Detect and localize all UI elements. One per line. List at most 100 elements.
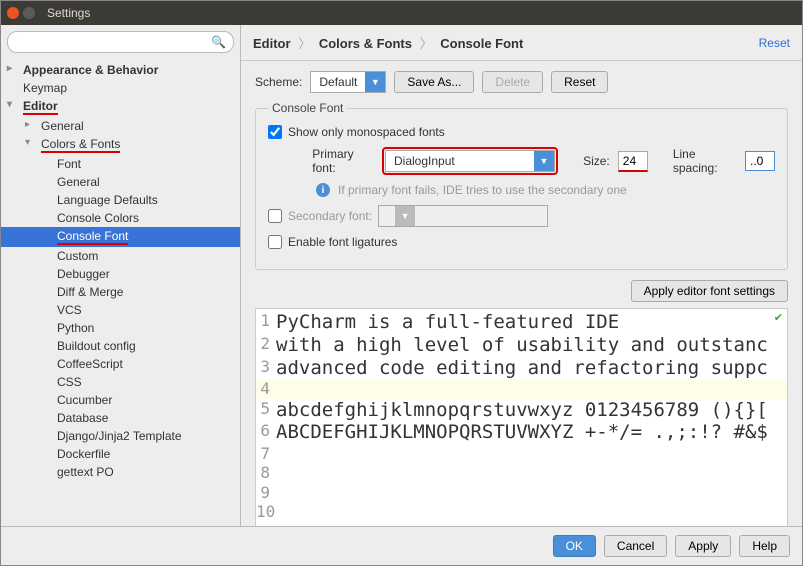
chevron-right-icon: 〉 [298,36,311,51]
chevron-right-icon: 〉 [420,36,433,51]
line-number: 4 [256,379,276,398]
chevron-right-icon: ▸ [7,63,12,74]
preview-line: 7 [256,444,787,463]
preview-line: 4 [256,379,787,398]
preview-line: 8 [256,463,787,482]
tree-django[interactable]: Django/Jinja2 Template [1,427,240,445]
crumb-console-font: Console Font [440,36,523,51]
preview-line: 1PyCharm is a full-featured IDE [256,311,787,334]
secondary-font-label: Secondary font: [288,209,372,223]
tree-general2[interactable]: General [1,173,240,191]
chevron-down-icon: ▾ [7,99,12,110]
sidebar: 🔍 ▸Appearance & Behavior Keymap ▾Editor … [1,25,241,526]
tree-python[interactable]: Python [1,319,240,337]
cancel-button[interactable]: Cancel [604,535,667,557]
ligatures-checkbox[interactable] [268,235,282,249]
show-mono-label: Show only monospaced fonts [288,125,445,139]
line-number: 6 [256,421,276,444]
window-title: Settings [47,6,90,20]
line-number: 5 [256,399,276,422]
settings-tree: ▸Appearance & Behavior Keymap ▾Editor ▸G… [1,59,240,526]
preview-line: 2with a high level of usability and outs… [256,334,787,357]
scheme-select[interactable]: Default ▼ [310,71,386,93]
tree-console-colors[interactable]: Console Colors [1,209,240,227]
preview-line: 6ABCDEFGHIJKLMNOPQRSTUVWXYZ +-*/= .,;:!?… [256,421,787,444]
main-panel: Editor 〉 Colors & Fonts 〉 Console Font R… [241,25,802,526]
line-spacing-input[interactable] [745,151,775,171]
search-input[interactable] [7,31,234,53]
preview-line: 9 [256,483,787,502]
size-input[interactable] [618,151,648,172]
scheme-label: Scheme: [255,75,302,89]
line-number: 10 [256,502,276,521]
fallback-info-text: If primary font fails, IDE tries to use … [338,183,627,197]
line-number: 3 [256,357,276,380]
ligatures-row: Enable font ligatures [268,235,775,249]
minimize-icon[interactable] [23,7,35,19]
breadcrumb: Editor 〉 Colors & Fonts 〉 Console Font R… [241,25,802,61]
close-icon[interactable] [7,7,19,19]
size-label: Size: [583,154,610,168]
secondary-font-select[interactable]: ▼ [378,205,548,227]
tree-cucumber[interactable]: Cucumber [1,391,240,409]
tree-diff-merge[interactable]: Diff & Merge [1,283,240,301]
console-font-legend: Console Font [268,101,347,115]
tree-buildout[interactable]: Buildout config [1,337,240,355]
crumb-editor[interactable]: Editor [253,36,291,51]
tree-keymap[interactable]: Keymap [1,79,240,97]
help-button[interactable]: Help [739,535,790,557]
tree-css[interactable]: CSS [1,373,240,391]
tree-custom[interactable]: Custom [1,247,240,265]
dialog-footer: OK Cancel Apply Help [1,526,802,565]
apply-button[interactable]: Apply [675,535,731,557]
font-preview: ✔ 1PyCharm is a full-featured IDE2with a… [255,308,788,526]
line-number: 9 [256,483,276,502]
tree-font[interactable]: Font [1,155,240,173]
show-mono-checkbox[interactable] [268,125,282,139]
tree-colors-fonts[interactable]: ▾Colors & Fonts [1,135,240,155]
scheme-row: Scheme: Default ▼ Save As... Delete Rese… [255,71,788,93]
preview-text: advanced code editing and refactoring su… [276,357,768,380]
search-area: 🔍 [1,25,240,59]
chevron-down-icon: ▼ [395,206,415,226]
tree-vcs[interactable]: VCS [1,301,240,319]
tree-dockerfile[interactable]: Dockerfile [1,445,240,463]
line-number: 2 [256,334,276,357]
chevron-down-icon: ▼ [534,151,554,171]
ok-button[interactable]: OK [553,535,596,557]
reset-button[interactable]: Reset [551,71,608,93]
secondary-font-checkbox[interactable] [268,209,282,223]
search-icon: 🔍 [211,35,226,49]
preview-text: ABCDEFGHIJKLMNOPQRSTUVWXYZ +-*/= .,;:!? … [276,421,768,444]
tree-coffeescript[interactable]: CoffeeScript [1,355,240,373]
primary-font-label: Primary font: [312,147,374,175]
tree-database[interactable]: Database [1,409,240,427]
preview-line: 10 [256,502,787,521]
tree-console-font[interactable]: Console Font [1,227,240,247]
content: 🔍 ▸Appearance & Behavior Keymap ▾Editor … [1,25,802,526]
settings-window: Settings 🔍 ▸Appearance & Behavior Keymap… [0,0,803,566]
line-number: 7 [256,444,276,463]
reset-link[interactable]: Reset [759,36,790,50]
save-as-button[interactable]: Save As... [394,71,474,93]
tree-debugger[interactable]: Debugger [1,265,240,283]
settings-body: Scheme: Default ▼ Save As... Delete Rese… [241,61,802,526]
primary-font-row: Primary font: DialogInput ▼ Size: Line s… [268,147,775,175]
preview-line: 5abcdefghijklmnopqrstuvwxyz 0123456789 (… [256,399,787,422]
check-icon: ✔ [774,311,783,324]
tree-appearance[interactable]: ▸Appearance & Behavior [1,61,240,79]
preview-text: with a high level of usability and outst… [276,334,768,357]
info-icon: i [316,183,330,197]
tree-gettext[interactable]: gettext PO [1,463,240,481]
apply-editor-font-button[interactable]: Apply editor font settings [631,280,788,302]
primary-font-select[interactable]: DialogInput ▼ [385,150,555,172]
tree-lang-defaults[interactable]: Language Defaults [1,191,240,209]
tree-editor[interactable]: ▾Editor [1,97,240,117]
chevron-down-icon: ▾ [25,137,30,148]
crumb-colors[interactable]: Colors & Fonts [319,36,412,51]
titlebar: Settings [1,1,802,25]
tree-general[interactable]: ▸General [1,117,240,135]
console-font-fieldset: Console Font Show only monospaced fonts … [255,101,788,270]
fallback-info-row: i If primary font fails, IDE tries to us… [268,183,775,197]
delete-button[interactable]: Delete [482,71,543,93]
